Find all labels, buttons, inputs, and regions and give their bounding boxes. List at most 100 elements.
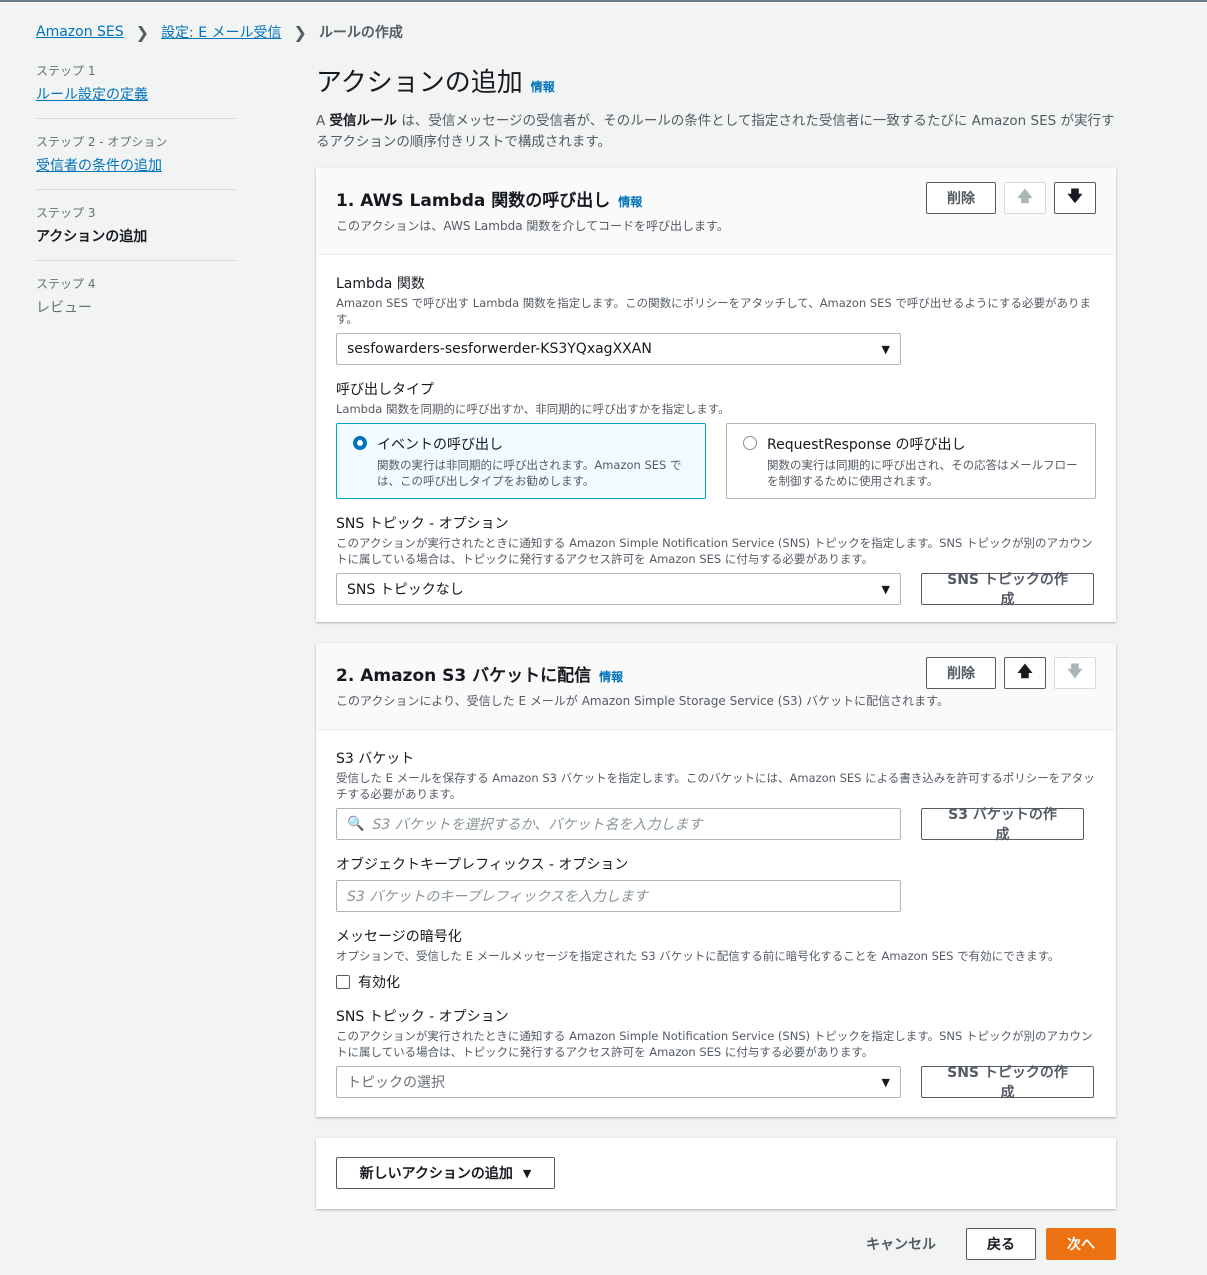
- caret-down-icon: ▼: [522, 1166, 532, 1180]
- card-description: このアクションにより、受信した E メールが Amazon Simple Sto…: [336, 694, 949, 708]
- arrow-up-icon: 🡅: [1017, 186, 1033, 205]
- select-value: SNS トピックなし: [347, 582, 464, 598]
- desc-prefix: A: [316, 113, 330, 129]
- step-1: ステップ 1 ルール設定の定義: [36, 62, 236, 119]
- field-description: Amazon SES で呼び出す Lambda 関数を指定します。この関数にポリ…: [336, 296, 1091, 326]
- field-label: Lambda 関数: [336, 276, 425, 292]
- caret-down-icon: ▼: [881, 1075, 890, 1089]
- input-placeholder: S3 バケットを選択するか、バケット名を入力します: [372, 817, 703, 833]
- button-label: 新しいアクションの追加: [359, 1166, 513, 1182]
- create-s3-bucket-button[interactable]: S3 バケットの作成: [921, 807, 1084, 843]
- card-description: このアクションは、AWS Lambda 関数を介してコードを呼び出します。: [336, 219, 729, 233]
- card-header: 2. Amazon S3 バケットに配信 情報 このアクションにより、受信した …: [316, 643, 1116, 730]
- chevron-right-icon: ❯: [293, 22, 307, 42]
- enable-encryption-checkbox[interactable]: [336, 975, 350, 989]
- info-link[interactable]: 情報: [618, 193, 642, 210]
- lambda-field: Lambda 関数 Amazon SES で呼び出す Lambda 関数を指定し…: [336, 273, 1096, 365]
- object-key-prefix-input[interactable]: S3 バケットのキープレフィックスを入力します: [336, 880, 901, 912]
- input-placeholder: S3 バケットのキープレフィックスを入力します: [347, 889, 648, 905]
- card-actions: 削除 🡅 🡇: [926, 657, 1096, 689]
- page-description: A 受信ルール は、受信メッセージの受信者が、そのルールの条件として指定された受…: [316, 111, 1116, 153]
- checkbox-label: 有効化: [358, 975, 400, 991]
- sns-topic-select[interactable]: SNS トピックなし ▼: [336, 573, 901, 605]
- caret-down-icon: ▼: [881, 342, 890, 356]
- field-description: Lambda 関数を同期的に呼び出すか、非同期的に呼び出すかを指定します。: [336, 402, 730, 416]
- sns-topic-select[interactable]: トピックの選択 ▼: [336, 1066, 901, 1098]
- wizard-steps: ステップ 1 ルール設定の定義 ステップ 2 - オプション 受信者の条件の追加…: [36, 62, 236, 345]
- s3-bucket-input[interactable]: 🔍 S3 バケットを選択するか、バケット名を入力します: [336, 808, 901, 840]
- breadcrumb: Amazon SES ❯ 設定: E メール受信 ❯ ルールの作成: [36, 22, 403, 42]
- sns-topic-field: SNS トピック - オプション このアクションが実行されたときに通知する Am…: [336, 513, 1096, 608]
- field-description: オプションで、受信した E メールメッセージを指定された S3 バケットに配信す…: [336, 949, 1060, 963]
- field-label: オブジェクトキープレフィックス - オプション: [336, 857, 629, 873]
- field-label: SNS トピック - オプション: [336, 516, 509, 532]
- step-3: ステップ 3 アクションの追加: [36, 204, 236, 261]
- caret-down-icon: ▼: [881, 582, 890, 596]
- step-label: ステップ 1: [36, 64, 96, 78]
- arrow-up-icon: 🡅: [1017, 661, 1033, 680]
- radio-description: 関数の実行は非同期的に呼び出されます。Amazon SES では、この呼び出しタ…: [377, 458, 682, 488]
- select-placeholder: トピックの選択: [347, 1075, 445, 1091]
- wizard-footer: キャンセル 戻る 次へ: [316, 1228, 1116, 1260]
- field-description: このアクションが実行されたときに通知する Amazon Simple Notif…: [336, 536, 1093, 566]
- cancel-button[interactable]: キャンセル: [846, 1234, 956, 1254]
- arrow-down-icon: 🡇: [1067, 661, 1083, 680]
- radio-title: RequestResponse の呼び出し: [767, 437, 966, 453]
- action-card-s3: 2. Amazon S3 バケットに配信 情報 このアクションにより、受信した …: [316, 643, 1116, 1117]
- step-4-title: レビュー: [36, 300, 92, 316]
- delete-button[interactable]: 削除: [926, 182, 996, 214]
- radio-requestresponse-invocation[interactable]: RequestResponse の呼び出し 関数の実行は同期的に呼び出され、その…: [726, 423, 1096, 499]
- page-header: アクションの追加 情報: [316, 62, 1116, 99]
- add-new-action-button[interactable]: 新しいアクションの追加 ▼: [336, 1157, 555, 1189]
- step-2-link[interactable]: 受信者の条件の追加: [36, 155, 236, 175]
- next-button[interactable]: 次へ: [1046, 1228, 1116, 1260]
- card-actions: 削除 🡅 🡇: [926, 182, 1096, 214]
- move-up-button[interactable]: 🡅: [1004, 182, 1046, 214]
- card-body: Lambda 関数 Amazon SES で呼び出す Lambda 関数を指定し…: [316, 255, 1116, 639]
- breadcrumb-current: ルールの作成: [318, 25, 403, 41]
- create-sns-topic-button[interactable]: SNS トピックの作成: [921, 572, 1094, 608]
- field-label: S3 バケット: [336, 751, 415, 767]
- breadcrumb-email-receiving[interactable]: 設定: E メール受信: [161, 22, 281, 42]
- radio-selected-icon: [353, 436, 367, 450]
- lambda-function-select[interactable]: sesfowarders-sesforwerder-KS3YQxagXXAN ▼: [336, 333, 901, 365]
- move-down-button[interactable]: 🡇: [1054, 657, 1096, 689]
- field-label: SNS トピック - オプション: [336, 1009, 509, 1025]
- search-icon: 🔍: [347, 816, 365, 832]
- arrow-down-icon: 🡇: [1067, 186, 1083, 205]
- radio-event-invocation[interactable]: イベントの呼び出し 関数の実行は非同期的に呼び出されます。Amazon SES …: [336, 423, 706, 499]
- delete-button[interactable]: 削除: [926, 657, 996, 689]
- step-label: ステップ 3: [36, 206, 96, 220]
- add-action-card: 新しいアクションの追加 ▼: [316, 1138, 1116, 1209]
- info-link[interactable]: 情報: [599, 668, 623, 685]
- s3-bucket-field: S3 バケット 受信した E メールを保存する Amazon S3 バケットを指…: [336, 748, 1096, 843]
- sns-topic-field: SNS トピック - オプション このアクションが実行されたときに通知する Am…: [336, 1006, 1096, 1101]
- move-down-button[interactable]: 🡇: [1054, 182, 1096, 214]
- radio-unselected-icon: [743, 436, 757, 450]
- card-header: 1. AWS Lambda 関数の呼び出し 情報 このアクションは、AWS La…: [316, 168, 1116, 255]
- chevron-right-icon: ❯: [135, 22, 150, 42]
- field-label: メッセージの暗号化: [336, 929, 462, 945]
- info-link[interactable]: 情報: [531, 78, 555, 95]
- move-up-button[interactable]: 🡅: [1004, 657, 1046, 689]
- field-label: 呼び出しタイプ: [336, 382, 434, 398]
- desc-rest: は、受信メッセージの受信者が、そのルールの条件として指定された受信者に一致するた…: [316, 113, 1115, 150]
- card-body: S3 バケット 受信した E メールを保存する Amazon S3 バケットを指…: [316, 730, 1116, 1132]
- back-button[interactable]: 戻る: [966, 1228, 1036, 1260]
- step-1-link[interactable]: ルール設定の定義: [36, 84, 236, 104]
- breadcrumb-amazon-ses[interactable]: Amazon SES: [36, 24, 124, 40]
- radio-group: イベントの呼び出し 関数の実行は非同期的に呼び出されます。Amazon SES …: [336, 423, 1096, 499]
- encryption-field: メッセージの暗号化 オプションで、受信した E メールメッセージを指定された S…: [336, 926, 1096, 992]
- create-sns-topic-button[interactable]: SNS トピックの作成: [921, 1065, 1094, 1101]
- select-value: sesfowarders-sesforwerder-KS3YQxagXXAN: [347, 341, 652, 357]
- step-4: ステップ 4 レビュー: [36, 275, 236, 331]
- s3-row: 🔍 S3 バケットを選択するか、バケット名を入力します S3 バケットの作成: [336, 802, 1096, 843]
- field-description: 受信した E メールを保存する Amazon S3 バケットを指定します。このバ…: [336, 771, 1095, 801]
- desc-bold: 受信ルール: [329, 113, 398, 129]
- field-description: このアクションが実行されたときに通知する Amazon Simple Notif…: [336, 1029, 1093, 1059]
- page-title: アクションの追加: [316, 68, 523, 98]
- sns-row: トピックの選択 ▼ SNS トピックの作成: [336, 1060, 1096, 1101]
- radio-description: 関数の実行は同期的に呼び出され、その応答はメールフローを制御するために使用されま…: [767, 458, 1078, 488]
- step-2: ステップ 2 - オプション 受信者の条件の追加: [36, 133, 236, 190]
- step-label: ステップ 2 - オプション: [36, 135, 168, 149]
